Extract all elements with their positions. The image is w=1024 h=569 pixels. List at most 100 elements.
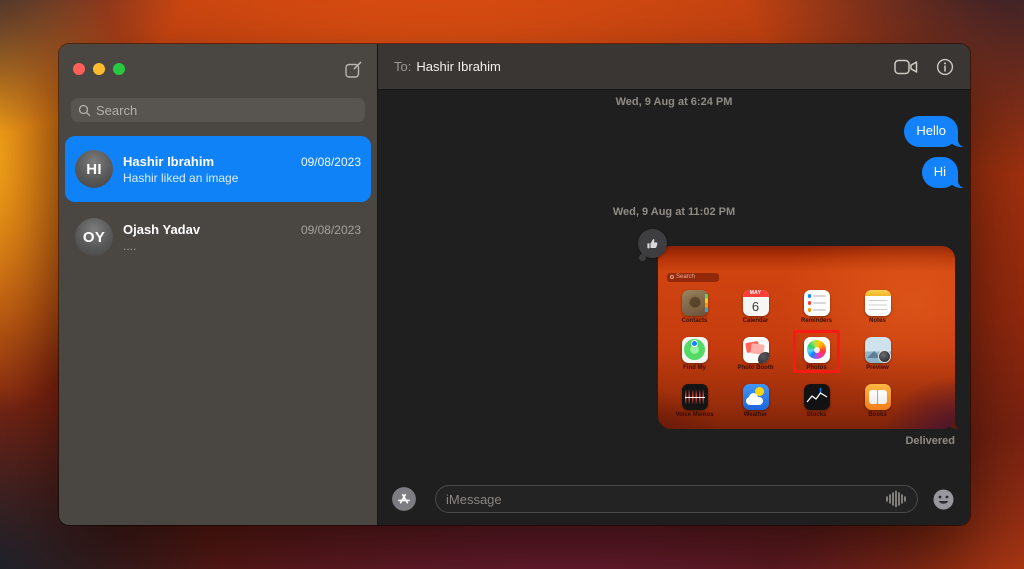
avatar: HI [75, 150, 113, 188]
zoom-window-button[interactable] [113, 63, 125, 75]
reminder-row [808, 301, 826, 305]
launchpad-app-photobooth: Photo Booth [725, 337, 786, 384]
calendar-day-label: 6 [743, 297, 769, 316]
conversation-name: Hashir Ibrahim [123, 154, 214, 169]
waveform-line-art [685, 397, 705, 398]
launchpad-app-voicememos: Voice Memos [664, 384, 725, 429]
app-label: Preview [866, 365, 889, 371]
voicememos-app-icon [682, 384, 708, 410]
audio-waveform-icon[interactable] [885, 490, 907, 508]
chat-panel: To: Hashir Ibrahim [378, 44, 970, 525]
info-icon [936, 58, 954, 76]
book-page-art [878, 390, 887, 404]
window-controls [73, 63, 125, 75]
conversation-preview: Hashir liked an image [123, 171, 361, 185]
delivery-status: Delivered [905, 435, 955, 447]
contacts-app-icon [682, 290, 708, 316]
conversation-preview: .... [123, 239, 361, 253]
image-attachment[interactable]: Search Contacts [658, 246, 955, 429]
outgoing-message-bubble[interactable]: Hi [922, 157, 958, 188]
conversation-texts: Ojash Yadav 09/08/2023 .... [123, 222, 361, 253]
conversation-list: HI Hashir Ibrahim 09/08/2023 Hashir like… [59, 136, 377, 272]
app-label: Calendar [743, 318, 769, 324]
photobooth-app-icon [743, 337, 769, 363]
books-app-icon [865, 384, 891, 410]
preview-lens-art [878, 350, 891, 363]
timestamp: Wed, 9 Aug at 6:24 PM [616, 96, 733, 108]
close-window-button[interactable] [73, 63, 85, 75]
stocks-chart-art [804, 384, 830, 410]
launchpad-app-contacts: Contacts [664, 290, 725, 337]
to-label: To: [394, 59, 411, 74]
reminders-app-icon [804, 290, 830, 316]
launchpad-search-bar: Search [667, 273, 719, 282]
message-input[interactable] [446, 492, 885, 507]
message-transcript: Wed, 9 Aug at 6:24 PM Hello Hi Wed, 9 Au… [378, 90, 970, 473]
conversation-row-hashir[interactable]: HI Hashir Ibrahim 09/08/2023 Hashir like… [65, 136, 371, 202]
conversation-sidebar: Search HI Hashir Ibrahim 09/08/2023 Hash… [59, 44, 377, 525]
desktop-wallpaper: Search HI Hashir Ibrahim 09/08/2023 Hash… [0, 0, 1024, 569]
contacts-book-art [686, 294, 704, 312]
video-camera-icon [894, 59, 918, 75]
photos-highlight-box [793, 330, 840, 373]
message-input-field[interactable] [435, 485, 918, 513]
conversation-name: Ojash Yadav [123, 222, 200, 237]
launchpad-app-books: Books [847, 384, 908, 429]
notes-lines-art [869, 300, 887, 313]
launchpad-app-notes: Notes [847, 290, 908, 337]
minimize-window-button[interactable] [93, 63, 105, 75]
search-icon [78, 104, 91, 117]
imessage-apps-button[interactable] [391, 486, 417, 512]
app-label: Reminders [801, 318, 832, 324]
launchpad-screenshot: Search Contacts [658, 246, 955, 429]
conversation-row-ojash[interactable]: OY Ojash Yadav 09/08/2023 .... [65, 204, 371, 270]
book-page-art [869, 390, 878, 404]
video-call-button[interactable] [894, 59, 918, 75]
app-label: Find My [683, 365, 706, 371]
recipient-name: Hashir Ibrahim [416, 59, 501, 74]
messages-window: Search HI Hashir Ibrahim 09/08/2023 Hash… [59, 44, 970, 525]
launchpad-search-placeholder: Search [676, 274, 695, 280]
conversation-info-button[interactable] [936, 58, 954, 76]
search-input[interactable]: Search [71, 98, 365, 122]
chat-header-actions [894, 58, 954, 76]
findmy-app-icon [682, 337, 708, 363]
app-label: Photo Booth [738, 365, 774, 371]
conversation-date: 09/08/2023 [301, 223, 361, 237]
app-label: Notes [869, 318, 886, 324]
notes-app-icon [865, 290, 891, 316]
outgoing-message-bubble[interactable]: Hello [904, 116, 958, 147]
compose-icon [344, 60, 363, 79]
preview-app-icon [865, 337, 891, 363]
appstore-icon [391, 486, 417, 512]
tapback-reaction[interactable] [638, 229, 667, 258]
conversation-date: 09/08/2023 [301, 155, 361, 169]
avatar: OY [75, 218, 113, 256]
sidebar-titlebar [59, 44, 377, 94]
contacts-tabs-art [705, 294, 708, 312]
message-composer [378, 473, 970, 525]
reminder-row [808, 294, 826, 298]
app-label: Voice Memos [676, 412, 714, 418]
emoji-smiley-icon [933, 489, 954, 510]
compose-new-message-button[interactable] [344, 60, 363, 79]
chat-header: To: Hashir Ibrahim [378, 44, 970, 90]
conversation-texts: Hashir Ibrahim 09/08/2023 Hashir liked a… [123, 154, 361, 185]
launchpad-app-calendar: MAY 6 Calendar [725, 290, 786, 337]
launchpad-app-preview: Preview [847, 337, 908, 384]
reminder-row [808, 308, 826, 312]
calendar-app-icon: MAY 6 [743, 290, 769, 316]
launchpad-app-weather: Weather [725, 384, 786, 429]
app-label: Weather [744, 412, 768, 418]
app-label: Stocks [807, 412, 827, 418]
app-label: Contacts [682, 318, 708, 324]
launchpad-app-stocks: Stocks [786, 384, 847, 429]
thumbs-up-icon [646, 237, 659, 250]
weather-app-icon [743, 384, 769, 410]
cloud-art [746, 397, 763, 405]
timestamp: Wed, 9 Aug at 11:02 PM [613, 206, 735, 218]
app-label: Books [868, 412, 886, 418]
search-placeholder: Search [96, 103, 137, 118]
emoji-picker-button[interactable] [933, 489, 954, 510]
launchpad-app-grid: Contacts MAY 6 Calendar [664, 290, 908, 429]
